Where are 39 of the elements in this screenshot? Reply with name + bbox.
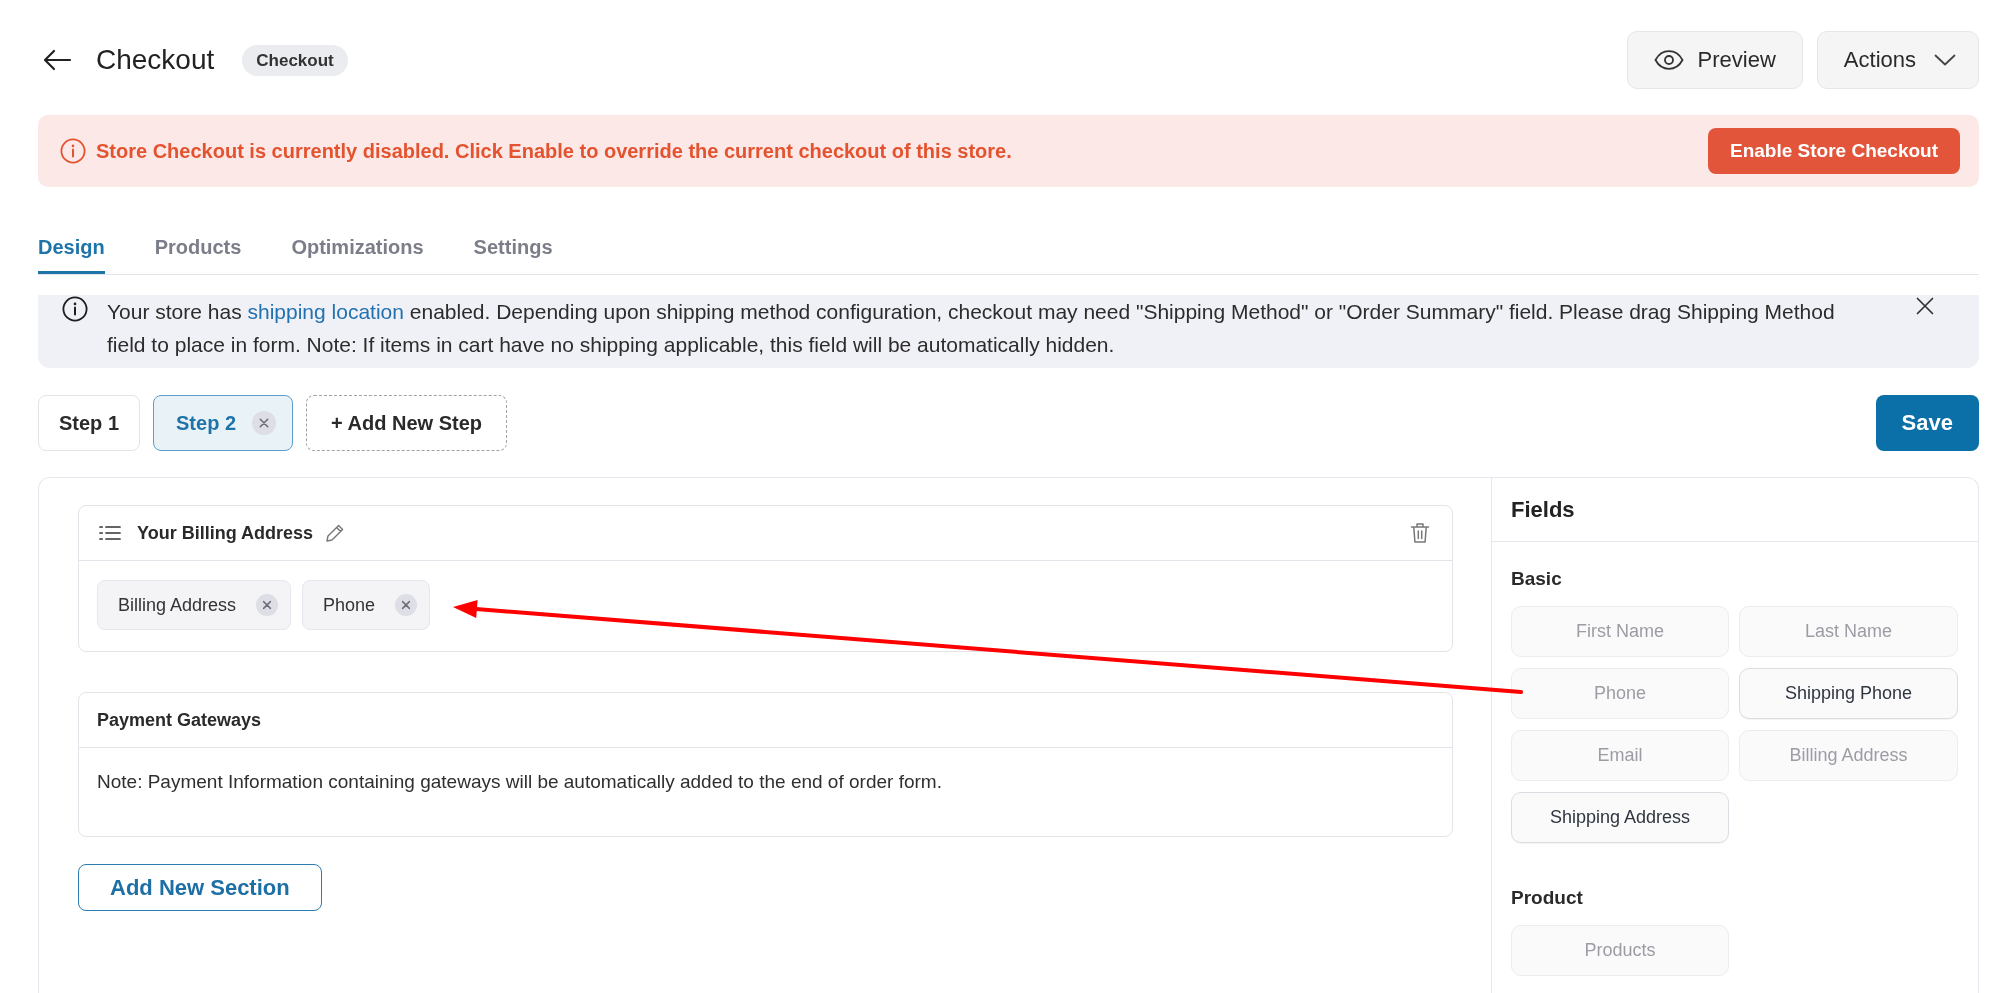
field-chip[interactable]: Billing Address <box>97 580 292 630</box>
remove-icon[interactable] <box>395 594 418 616</box>
save-button[interactable]: Save <box>1875 395 1979 451</box>
remove-icon[interactable] <box>256 594 279 616</box>
field-item[interactable]: Shipping Phone <box>1739 668 1958 719</box>
fields-heading: Fields <box>1511 496 1575 523</box>
section-title: Your Billing Address <box>137 522 314 544</box>
tab[interactable]: Optimizations <box>291 220 424 274</box>
field-chip[interactable]: Phone <box>302 580 431 630</box>
tab[interactable]: Design <box>38 220 105 274</box>
add-section-button[interactable]: Add New Section <box>78 864 322 911</box>
tab[interactable]: Products <box>154 220 242 274</box>
page-title: Checkout <box>96 43 215 77</box>
trash-icon[interactable] <box>1410 522 1430 544</box>
group-heading: Product <box>1511 887 1584 909</box>
close-icon[interactable] <box>1916 297 1934 315</box>
list-icon[interactable] <box>99 525 121 541</box>
enable-store-checkout-button[interactable]: Enable Store Checkout <box>1708 128 1960 174</box>
alert-message: Store Checkout is currently disabled. Click Enable to override the current checkout of this store. <box>96 139 1012 163</box>
step-tab[interactable]: Step 1 <box>38 395 141 451</box>
chevron-down-icon <box>1934 54 1956 66</box>
actions-dropdown[interactable]: Actions <box>1816 31 1979 89</box>
step-tab[interactable]: Step 2 <box>153 395 294 451</box>
group-heading: Basic <box>1511 568 1563 590</box>
eye-icon <box>1653 50 1684 70</box>
field-item[interactable]: Shipping Address <box>1511 792 1729 843</box>
page-type-badge: Checkout <box>242 44 348 76</box>
section-title: Payment Gateways <box>97 709 262 731</box>
back-arrow-icon[interactable] <box>42 48 72 72</box>
info-icon <box>62 296 88 322</box>
shipping-location-link[interactable]: shipping location <box>247 300 404 323</box>
section-note: Note: Payment Information containing gateways will be automatically added to the end of order form. <box>96 770 943 794</box>
add-step-button[interactable]: + Add New Step <box>306 395 507 451</box>
notice-text: Your store has shipping location enabled. Depending upon shipping method configuration, checkout may need "Shipping Method" or "Order Summary" field. Please drag Shipping Method field to place in form. Note: If items in cart have no shipping applicable, this field will be automatically hidden. <box>107 299 1836 358</box>
preview-button[interactable]: Preview <box>1626 31 1803 89</box>
tab[interactable]: Settings <box>473 220 553 274</box>
pencil-icon[interactable] <box>325 523 346 543</box>
info-icon <box>60 138 86 164</box>
remove-icon[interactable] <box>252 411 277 435</box>
